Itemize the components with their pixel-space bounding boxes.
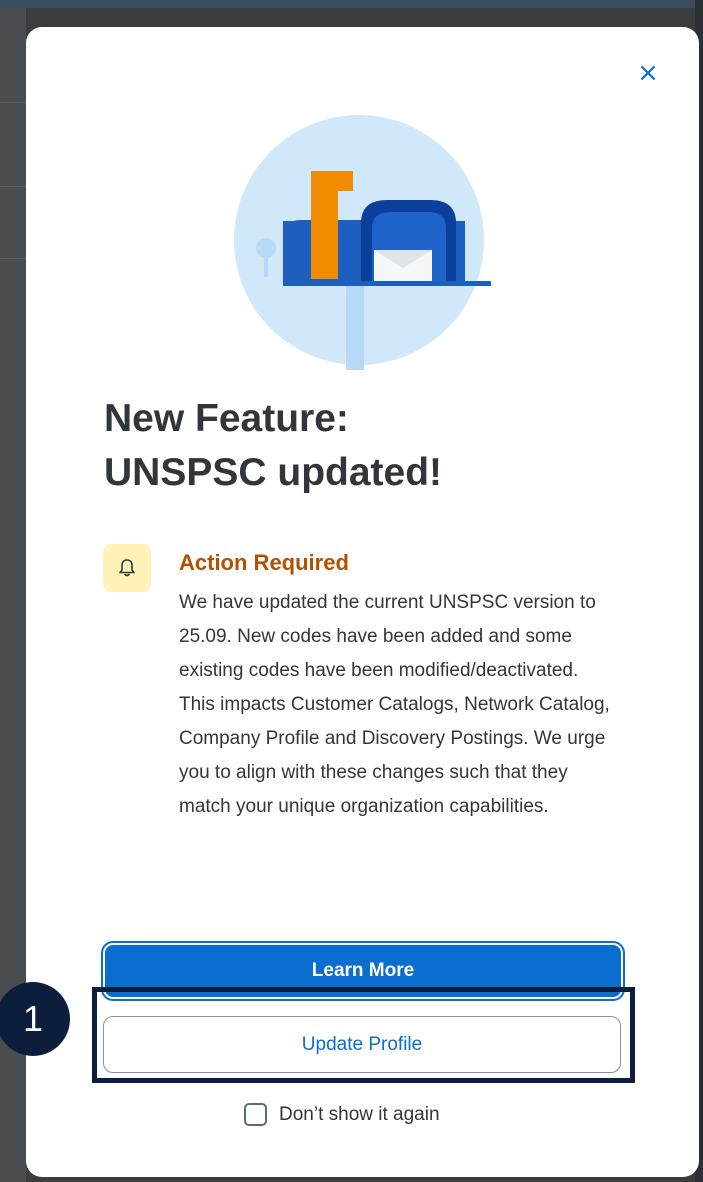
title-line-1: New Feature: [104, 397, 349, 440]
close-icon: × [637, 58, 659, 88]
background-divider [0, 102, 26, 103]
feature-dialog: × New Feature: UNSPSC updated! Action Re… [26, 27, 699, 1177]
background-divider [0, 186, 26, 187]
dont-show-again-checkbox[interactable] [244, 1103, 267, 1126]
background-divider [0, 258, 26, 259]
update-profile-button[interactable]: Update Profile [103, 1016, 621, 1073]
notice-heading: Action Required [179, 550, 349, 575]
background-top-edge [0, 0, 703, 8]
dont-show-again-label: Don’t show it again [279, 1103, 440, 1125]
dont-show-again-option[interactable]: Don’t show it again [244, 1103, 440, 1126]
title-line-2: UNSPSC updated! [104, 451, 443, 494]
bell-icon [119, 559, 135, 577]
mailbox-illustration [234, 115, 491, 370]
dialog-title: New Feature: UNSPSC updated! [104, 392, 664, 500]
close-button[interactable]: × [632, 57, 664, 89]
notice-icon-box [103, 544, 151, 592]
notice-body: We have updated the current UNSPSC versi… [179, 592, 610, 817]
